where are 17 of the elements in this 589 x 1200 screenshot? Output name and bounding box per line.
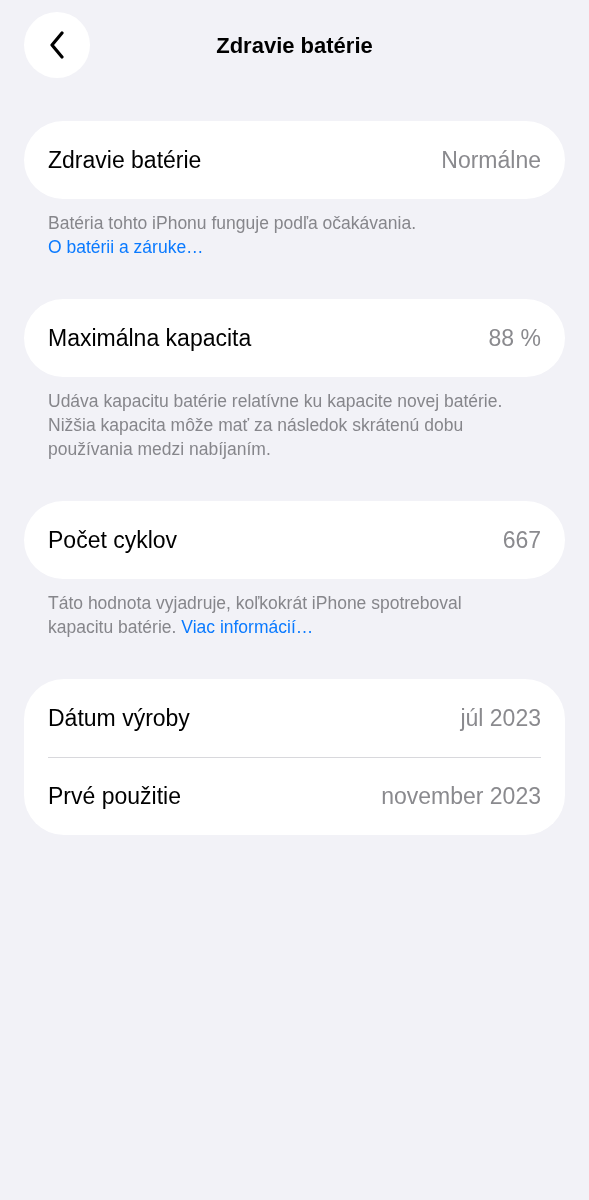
row-label: Zdravie batérie [48,145,202,175]
row-value: júl 2023 [460,703,541,733]
row-value: 88 % [488,323,541,353]
row-value: 667 [502,525,541,555]
footer-note: Batéria tohto iPhonu funguje podľa očakávania. O batérii a záruke… [47,212,417,259]
row-label: Maximálna kapacita [48,323,252,353]
footer-note: Udáva kapacitu batérie relatívne ku kapacite novej batérie. Nižšia kapacita môže mať za následok skrátenú dobu používania medzi nabíjaním. [47,390,504,461]
row-label: Počet cyklov [48,525,178,555]
footer-note: Táto hodnota vyjadruje, koľkokrát iPhone spotreboval kapacitu batérie. Viac informácií… [47,592,463,639]
row-label: Prvé použitie [48,782,181,812]
page-title: Zdravie batérie [215,32,374,60]
row-value: november 2023 [381,782,541,812]
info-link[interactable]: O batérii a záruke… [48,237,204,257]
info-link[interactable]: Viac informácií… [181,617,314,637]
row-value: Normálne [441,145,541,175]
back-chevron-icon [49,31,65,59]
row-label: Dátum výroby [48,703,190,733]
